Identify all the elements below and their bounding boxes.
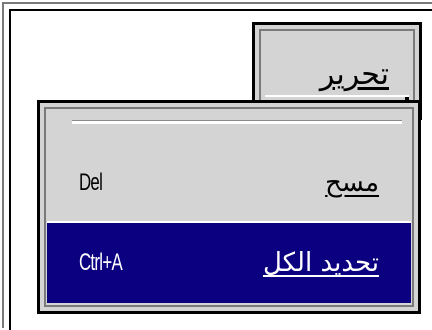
- edit-menu-label: تحرير: [319, 57, 389, 92]
- menu-item-delete[interactable]: Del مسح: [47, 143, 411, 223]
- dropdown-top-separator: [72, 120, 402, 124]
- menu-item-label: مسح: [325, 168, 379, 198]
- window-inner-border-left: [9, 9, 11, 330]
- menu-item-shortcut: Ctrl+A: [79, 249, 123, 276]
- menu-item-select-all[interactable]: Ctrl+A تحديد الكل: [47, 223, 411, 303]
- menu-title-separator: [265, 95, 409, 97]
- window-border-top: [2, 2, 432, 4]
- window-inner-border-top: [9, 9, 432, 11]
- menu-item-shortcut: Del: [79, 169, 103, 196]
- menu-item-label: تحديد الكل: [262, 248, 379, 278]
- window-border-left: [2, 2, 4, 328]
- edit-menu-dropdown: Del مسح Ctrl+A تحديد الكل: [37, 100, 421, 314]
